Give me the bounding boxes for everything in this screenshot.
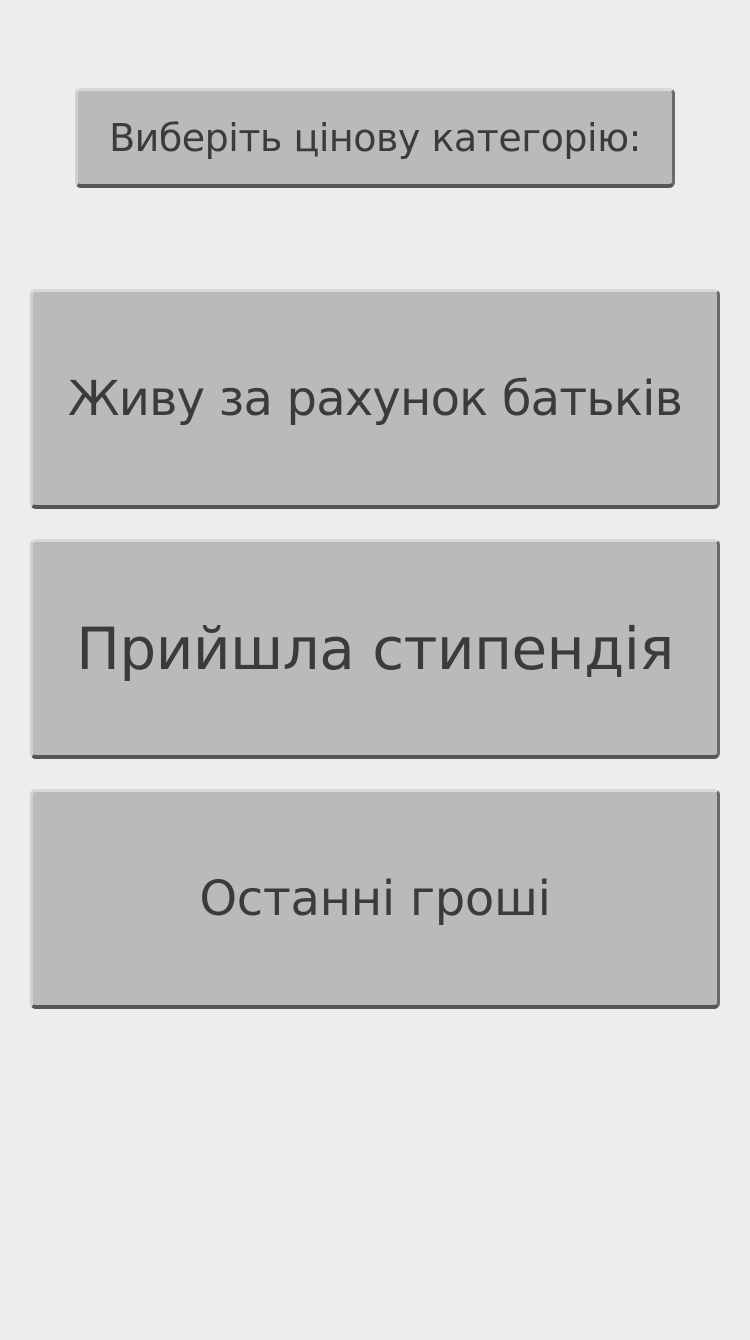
category-button-scholarship[interactable]: Прийшла стипендія	[30, 539, 720, 759]
choose-price-category-header: Виберіть цінову категорію:	[75, 88, 675, 188]
price-category-screen: Виберіть цінову категорію: Живу за рахун…	[0, 0, 750, 1340]
category-button-last-money[interactable]: Останні гроші	[30, 789, 720, 1009]
category-button-parents[interactable]: Живу за рахунок батьків	[30, 289, 720, 509]
